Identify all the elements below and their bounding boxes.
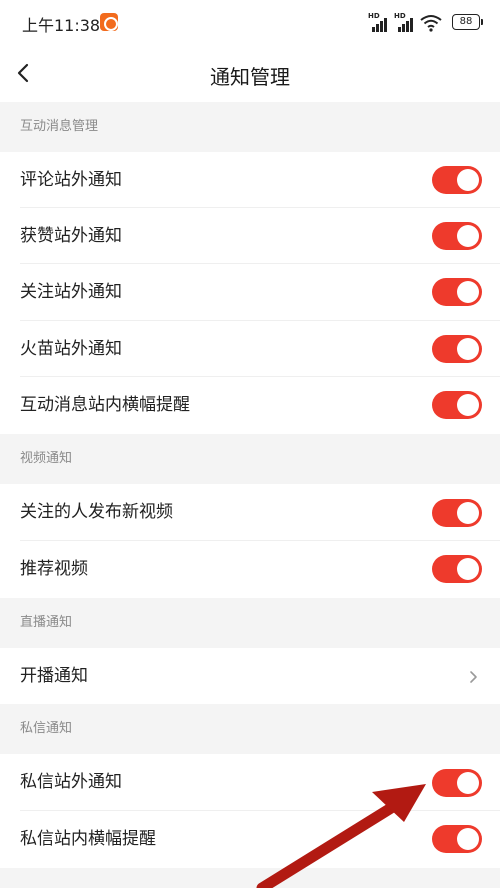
toggle-knob bbox=[457, 828, 479, 850]
page-title: 通知管理 bbox=[210, 65, 290, 89]
row-label: 关注的人发布新视频 bbox=[20, 502, 173, 522]
row-label: 评论站外通知 bbox=[20, 170, 122, 190]
battery-level: 88 bbox=[459, 16, 473, 27]
toggle-knob bbox=[457, 558, 479, 580]
cellular-signal-icon: HD bbox=[368, 12, 390, 32]
message-banner-toggle[interactable] bbox=[432, 825, 482, 853]
row-label: 关注站外通知 bbox=[20, 282, 122, 302]
status-bar: 上午11:38 HD HD 88 bbox=[0, 0, 500, 44]
settings-row-message-external[interactable]: 私信站外通知 bbox=[0, 754, 500, 811]
toggle-knob bbox=[457, 394, 479, 416]
section-header-video: 视频通知 bbox=[0, 434, 500, 484]
new-video-toggle[interactable] bbox=[432, 499, 482, 527]
status-time: 上午11:38 bbox=[22, 16, 101, 35]
cellular-signal-icon: HD bbox=[394, 12, 416, 32]
settings-row-spark[interactable]: 火苗站外通知 bbox=[0, 321, 500, 377]
chevron-right-icon bbox=[466, 669, 480, 683]
recommended-video-toggle[interactable] bbox=[432, 555, 482, 583]
nav-bar: 通知管理 bbox=[0, 44, 500, 102]
settings-row-new-video[interactable]: 关注的人发布新视频 bbox=[0, 484, 500, 541]
toggle-knob bbox=[457, 338, 479, 360]
follow-notification-toggle[interactable] bbox=[432, 278, 482, 306]
settings-row-comment[interactable]: 评论站外通知 bbox=[0, 152, 500, 208]
settings-row-interaction-banner[interactable]: 互动消息站内横幅提醒 bbox=[0, 377, 500, 434]
comment-notification-toggle[interactable] bbox=[432, 166, 482, 194]
message-external-toggle[interactable] bbox=[432, 769, 482, 797]
row-label: 互动消息站内横幅提醒 bbox=[20, 395, 190, 415]
settings-row-like[interactable]: 获赞站外通知 bbox=[0, 208, 500, 264]
interaction-banner-toggle[interactable] bbox=[432, 391, 482, 419]
row-label: 火苗站外通知 bbox=[20, 339, 122, 359]
app-notification-icon bbox=[100, 13, 118, 31]
row-label: 开播通知 bbox=[20, 666, 88, 686]
toggle-knob bbox=[457, 169, 479, 191]
back-button[interactable] bbox=[8, 56, 42, 90]
settings-row-message-banner[interactable]: 私信站内横幅提醒 bbox=[0, 811, 500, 868]
row-label: 私信站外通知 bbox=[20, 772, 122, 792]
section-header-message: 私信通知 bbox=[0, 704, 500, 754]
settings-row-live-start[interactable]: 开播通知 bbox=[0, 648, 500, 704]
chevron-left-icon bbox=[17, 63, 29, 83]
battery-icon: 88 bbox=[452, 14, 483, 30]
row-label: 私信站内横幅提醒 bbox=[20, 829, 156, 849]
row-label: 推荐视频 bbox=[20, 559, 88, 579]
settings-row-recommended-video[interactable]: 推荐视频 bbox=[0, 541, 500, 598]
toggle-knob bbox=[457, 281, 479, 303]
toggle-knob bbox=[457, 772, 479, 794]
signal-hd-label: HD bbox=[394, 12, 406, 20]
settings-row-follow[interactable]: 关注站外通知 bbox=[0, 264, 500, 321]
row-label: 获赞站外通知 bbox=[20, 226, 122, 246]
section-header-interaction: 互动消息管理 bbox=[0, 102, 500, 152]
section-header-live: 直播通知 bbox=[0, 598, 500, 648]
spark-notification-toggle[interactable] bbox=[432, 335, 482, 363]
like-notification-toggle[interactable] bbox=[432, 222, 482, 250]
signal-hd-label: HD bbox=[368, 12, 380, 20]
toggle-knob bbox=[457, 502, 479, 524]
wifi-icon bbox=[420, 15, 442, 32]
toggle-knob bbox=[457, 225, 479, 247]
